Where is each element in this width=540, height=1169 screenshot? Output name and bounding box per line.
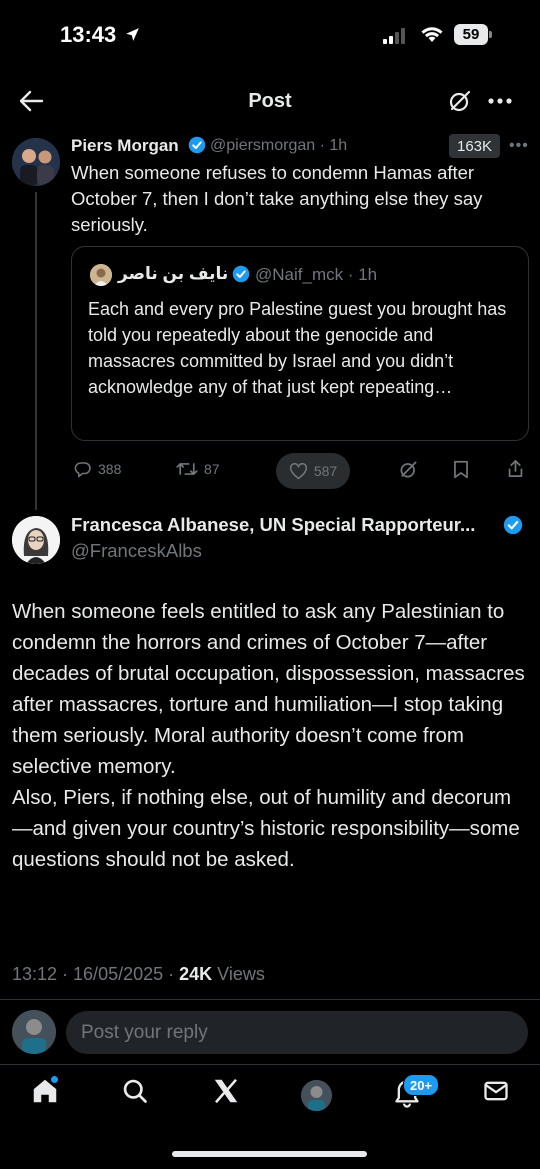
home-indicator [172, 1151, 367, 1157]
bookmark-icon[interactable] [453, 460, 469, 479]
reply-button[interactable]: 388 [73, 460, 121, 478]
views-label: Views [212, 964, 265, 984]
search-icon[interactable] [121, 1076, 149, 1106]
avatar [12, 1010, 56, 1054]
repost-button[interactable]: 87 [176, 460, 220, 478]
post-meta: @piersmorgan · 1h [210, 137, 348, 154]
repost-icon [176, 460, 198, 478]
notifications-badge: 20+ [403, 1074, 440, 1096]
verified-badge-icon [232, 265, 250, 283]
post-paragraph: Also, Piers, if nothing else, out of hum… [12, 786, 520, 871]
quote-author-name: نايف بن ناصر [118, 264, 229, 283]
reply-input[interactable] [66, 1011, 528, 1054]
verified-badge-icon [503, 515, 523, 535]
author-handle[interactable]: @FranceskAlbs [71, 540, 202, 562]
more-icon[interactable]: ••• [509, 137, 529, 155]
post-timestamp: 13:12 · 16/05/2025 · [12, 964, 180, 984]
views-count: 24K [179, 964, 213, 984]
avatar[interactable] [301, 1080, 332, 1111]
more-icon[interactable] [487, 97, 513, 105]
like-button[interactable]: 587 [276, 453, 350, 489]
battery-tip [489, 31, 492, 38]
post-text: When someone feels entitled to ask any P… [12, 596, 528, 875]
quote-meta: @Naif_mck · 1h [255, 265, 378, 284]
grok-icon[interactable] [448, 89, 472, 113]
author-name[interactable]: Piers Morgan [71, 136, 179, 156]
like-count: 587 [313, 463, 338, 479]
divider [0, 999, 540, 1000]
battery-indicator: 59 [454, 24, 488, 45]
post-timestamp-line: 13:12 · 16/05/2025 · 24K Views [12, 964, 265, 985]
post-text: When someone refuses to condemn Hamas af… [71, 162, 483, 235]
thread-line [35, 192, 37, 510]
reply-icon [73, 460, 92, 478]
post-paragraph: When someone feels entitled to ask any P… [12, 600, 525, 778]
status-time: 13:43 [60, 22, 117, 47]
views-badge: 163K [449, 134, 501, 158]
location-arrow-icon [124, 26, 141, 43]
grok-icon[interactable] [399, 460, 418, 479]
verified-badge-icon [188, 136, 206, 154]
avatar[interactable] [12, 138, 60, 186]
repost-count: 87 [204, 461, 220, 477]
like-icon [289, 462, 308, 480]
author-name[interactable]: Francesca Albanese, UN Special Rapporteu… [71, 514, 475, 536]
share-icon[interactable] [507, 459, 524, 478]
avatar [90, 264, 112, 286]
cellular-signal-icon [383, 28, 409, 44]
divider [0, 1064, 540, 1065]
avatar[interactable] [12, 516, 60, 564]
unread-dot [51, 1076, 58, 1083]
mail-icon[interactable] [482, 1076, 510, 1106]
reply-field[interactable] [66, 1011, 528, 1054]
reply-count: 388 [98, 461, 122, 477]
wifi-icon [420, 25, 444, 43]
x-logo-icon[interactable] [211, 1076, 241, 1106]
quote-text: Each and every pro Palestine guest you b… [88, 299, 507, 397]
